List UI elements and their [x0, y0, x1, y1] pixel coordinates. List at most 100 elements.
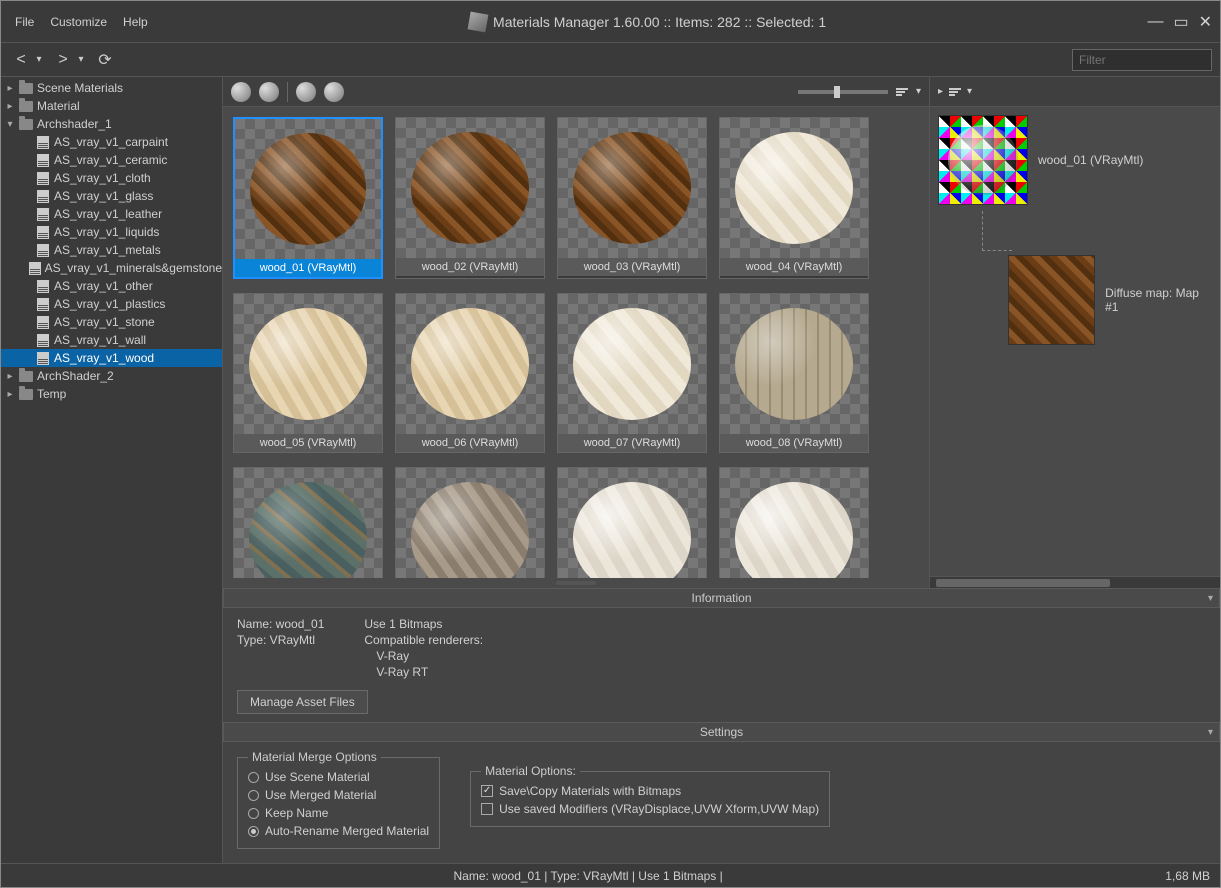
material-thumbnail[interactable]: wood_03 (VRayMtl): [557, 117, 707, 279]
tree-file[interactable]: AS_vray_v1_carpaint: [1, 133, 222, 151]
tree-file[interactable]: AS_vray_v1_ceramic: [1, 151, 222, 169]
material-option[interactable]: Save\Copy Materials with Bitmaps: [481, 782, 819, 800]
minimize-button[interactable]: —: [1147, 13, 1163, 31]
assign-selection-icon[interactable]: [259, 82, 279, 102]
titlebar: File Customize Help Materials Manager 1.…: [1, 1, 1220, 43]
tree-arrow-icon[interactable]: ▸: [5, 83, 15, 94]
tool-icon-3[interactable]: [296, 82, 316, 102]
folder-icon: [18, 388, 34, 401]
tree-file[interactable]: AS_vray_v1_metals: [1, 241, 222, 259]
sort-icon[interactable]: [896, 88, 908, 96]
maximize-button[interactable]: ▭: [1173, 12, 1188, 32]
folder-icon: [18, 370, 34, 383]
manage-asset-files-button[interactable]: Manage Asset Files: [237, 690, 368, 714]
tool-icon-4[interactable]: [324, 82, 344, 102]
map-node[interactable]: Diffuse map: Map #1: [1008, 255, 1212, 345]
radio-icon: [248, 772, 259, 783]
app-window: File Customize Help Materials Manager 1.…: [0, 0, 1221, 888]
menu-file[interactable]: File: [15, 15, 34, 29]
forward-dropdown-icon[interactable]: ▾: [69, 48, 93, 72]
tree-file[interactable]: AS_vray_v1_leather: [1, 205, 222, 223]
file-icon: [35, 280, 51, 293]
merge-option[interactable]: Use Merged Material: [248, 786, 429, 804]
sort-dropdown-icon[interactable]: ▾: [916, 86, 921, 97]
tree-file[interactable]: AS_vray_v1_cloth: [1, 169, 222, 187]
file-icon: [35, 190, 51, 203]
thumbnail-size-slider[interactable]: [798, 90, 888, 94]
back-dropdown-icon[interactable]: ▾: [27, 48, 51, 72]
main-column: ▾ wood_01 (VRayMtl)wood_02 (VRayMtl)wood…: [223, 77, 1220, 863]
material-options-legend: Material Options:: [481, 764, 580, 778]
refresh-button[interactable]: ⟳: [93, 48, 117, 72]
material-thumbnail[interactable]: wood_08 (VRayMtl): [719, 293, 869, 453]
tree-file[interactable]: AS_vray_v1_plastics: [1, 295, 222, 313]
material-thumbnail[interactable]: wood_11 (VRayMtl): [557, 467, 707, 578]
material-thumbnail[interactable]: wood_12 (VRayMtl): [719, 467, 869, 578]
material-thumbnail[interactable]: wood_10 (VRayMtl): [395, 467, 545, 578]
info-compat: Compatible renderers:: [364, 632, 483, 648]
tree-item-label: AS_vray_v1_wall: [54, 333, 146, 347]
material-thumbnail[interactable]: wood_07 (VRayMtl): [557, 293, 707, 453]
file-icon: [35, 172, 51, 185]
merge-options-group: Material Merge Options Use Scene Materia…: [237, 750, 440, 849]
tree-item-label: AS_vray_v1_minerals&gemstone: [45, 261, 222, 275]
material-option[interactable]: Use saved Modifiers (VRayDisplace,UVW Xf…: [481, 800, 819, 818]
window-title-text: Materials Manager 1.60.00 :: Items: 282 …: [493, 14, 826, 30]
material-node[interactable]: wood_01 (VRayMtl): [938, 115, 1212, 205]
merge-option[interactable]: Use Scene Material: [248, 768, 429, 786]
tree-item-label: AS_vray_v1_leather: [54, 207, 162, 221]
thumbnail-preview: [720, 468, 868, 578]
settings-header[interactable]: Settings ▾: [223, 722, 1220, 742]
information-header-label: Information: [691, 591, 751, 605]
information-header[interactable]: Information ▾: [223, 588, 1220, 608]
horizontal-splitter[interactable]: [223, 578, 929, 588]
material-thumbnail[interactable]: wood_05 (VRayMtl): [233, 293, 383, 453]
info-name: Name: wood_01: [237, 616, 324, 632]
thumbnail-preview: [558, 468, 706, 578]
material-thumbnail[interactable]: wood_04 (VRayMtl): [719, 117, 869, 279]
tree-file[interactable]: AS_vray_v1_wood: [1, 349, 222, 367]
assign-material-icon[interactable]: [231, 82, 251, 102]
tree-folder[interactable]: ▾Archshader_1: [1, 115, 222, 133]
tree-arrow-icon[interactable]: ▸: [5, 101, 15, 112]
info-bitmaps: Use 1 Bitmaps: [364, 616, 483, 632]
merge-options-legend: Material Merge Options: [248, 750, 381, 764]
tree-folder[interactable]: ▸ArchShader_2: [1, 367, 222, 385]
merge-option[interactable]: Keep Name: [248, 804, 429, 822]
tree-file[interactable]: AS_vray_v1_minerals&gemstone: [1, 259, 222, 277]
inspector-body[interactable]: wood_01 (VRayMtl) Diffuse map: Map #1: [930, 107, 1220, 576]
tree-folder[interactable]: ▸Scene Materials: [1, 79, 222, 97]
tree-file[interactable]: AS_vray_v1_stone: [1, 313, 222, 331]
tree-arrow-icon[interactable]: ▸: [5, 389, 15, 400]
sidebar[interactable]: ▸Scene Materials▸Material▾Archshader_1 AS…: [1, 77, 223, 863]
tree-folder[interactable]: ▸Material: [1, 97, 222, 115]
grid-panel: ▾ wood_01 (VRayMtl)wood_02 (VRayMtl)wood…: [223, 77, 930, 588]
material-thumbnail[interactable]: wood_06 (VRayMtl): [395, 293, 545, 453]
radio-label: Keep Name: [265, 806, 328, 820]
window-title: Materials Manager 1.60.00 :: Items: 282 …: [148, 13, 1148, 31]
grid-scroll[interactable]: wood_01 (VRayMtl)wood_02 (VRayMtl)wood_0…: [223, 107, 929, 578]
tree-arrow-icon[interactable]: ▾: [5, 119, 15, 130]
graph-expand-icon[interactable]: ▸: [938, 86, 943, 97]
body: ▸Scene Materials▸Material▾Archshader_1 AS…: [1, 77, 1220, 863]
tree-file[interactable]: AS_vray_v1_wall: [1, 331, 222, 349]
material-thumbnail[interactable]: wood_01 (VRayMtl): [233, 117, 383, 279]
close-button[interactable]: ✕: [1199, 12, 1212, 32]
tree-folder[interactable]: ▸Temp: [1, 385, 222, 403]
inspector-hscroll[interactable]: [930, 576, 1220, 588]
menu-help[interactable]: Help: [123, 15, 148, 29]
tree-item-label: AS_vray_v1_carpaint: [54, 135, 168, 149]
tree-arrow-icon[interactable]: ▸: [5, 371, 15, 382]
inspector-view-icon[interactable]: [949, 88, 961, 96]
grid-toolbar: ▾: [223, 77, 929, 107]
material-thumbnail[interactable]: wood_02 (VRayMtl): [395, 117, 545, 279]
tree-file[interactable]: AS_vray_v1_glass: [1, 187, 222, 205]
tree-item-label: AS_vray_v1_plastics: [54, 297, 165, 311]
inspector-dropdown-icon[interactable]: ▾: [967, 86, 972, 97]
tree-file[interactable]: AS_vray_v1_other: [1, 277, 222, 295]
menu-customize[interactable]: Customize: [50, 15, 107, 29]
tree-file[interactable]: AS_vray_v1_liquids: [1, 223, 222, 241]
material-thumbnail[interactable]: wood_09 (VRayMtl): [233, 467, 383, 578]
merge-option[interactable]: Auto-Rename Merged Material: [248, 822, 429, 840]
filter-input[interactable]: [1072, 49, 1212, 71]
